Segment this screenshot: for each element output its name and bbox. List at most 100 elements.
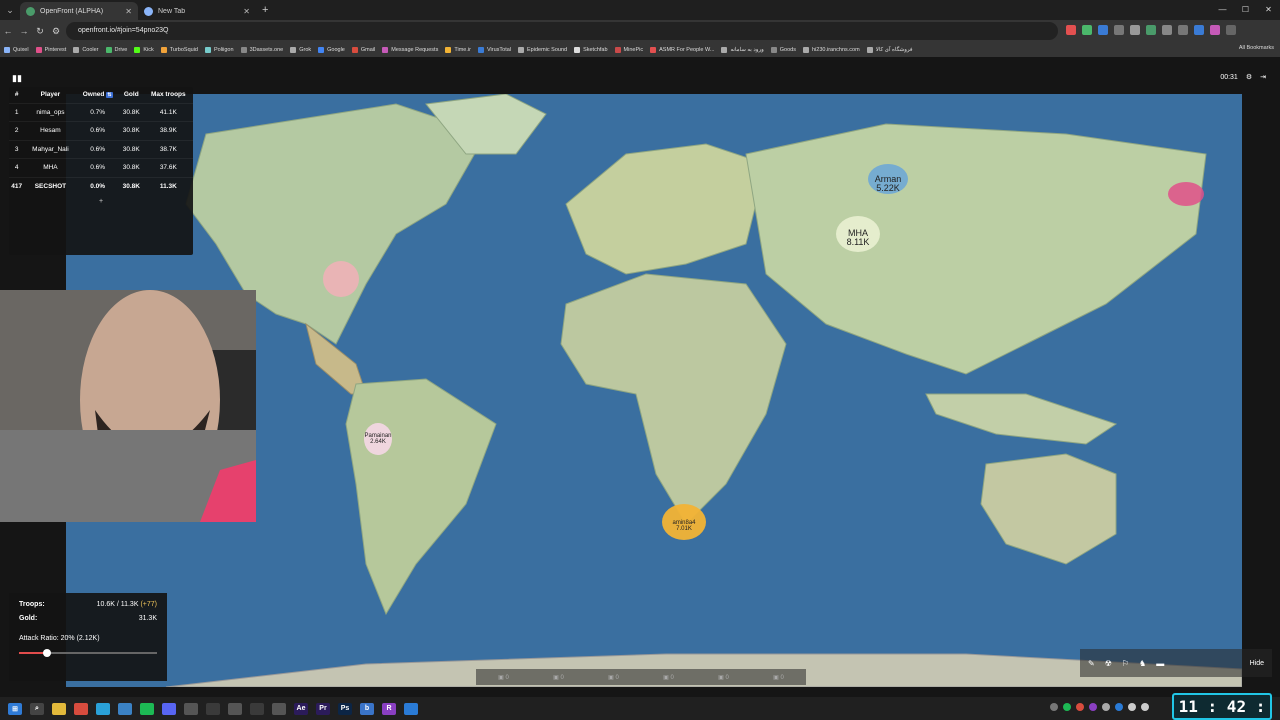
col-gold[interactable]: Gold: [119, 87, 144, 103]
obs-icon[interactable]: [184, 702, 198, 715]
col-owned[interactable]: Owned ⇅: [76, 87, 119, 103]
app-icon[interactable]: b: [360, 702, 374, 715]
extension-icon[interactable]: [1130, 25, 1140, 35]
bookmark-item[interactable]: Goods: [770, 46, 796, 53]
extension-icon[interactable]: [1098, 25, 1108, 35]
wifi-icon[interactable]: [1128, 703, 1136, 711]
pencil-icon[interactable]: ✎: [1088, 659, 1095, 668]
tray-icon[interactable]: [1050, 703, 1058, 711]
nuke-icon[interactable]: ☢: [1105, 659, 1112, 668]
chat-icon[interactable]: ▬: [1156, 659, 1164, 668]
premiere-icon[interactable]: Pr: [316, 702, 330, 715]
silo-build-button[interactable]: ▣ 0: [663, 674, 674, 681]
sort-icon[interactable]: ⇅: [106, 92, 113, 99]
bookmark-item[interactable]: Kick: [134, 46, 154, 53]
url-input[interactable]: openfront.io/#join=54pno23Q: [66, 22, 1058, 40]
bookmark-item[interactable]: Grok: [290, 46, 311, 53]
bookmark-item[interactable]: Message Requests: [382, 46, 438, 53]
extension-icon[interactable]: [1114, 25, 1124, 35]
tab-new-tab[interactable]: New Tab ✕: [138, 2, 256, 20]
new-tab-plus-icon[interactable]: +: [262, 4, 268, 16]
bookmark-item[interactable]: فروشگاه آی کالا: [866, 46, 913, 53]
port-build-button[interactable]: ▣ 0: [553, 674, 564, 681]
app-icon[interactable]: [250, 702, 264, 715]
window-close-icon[interactable]: ✕: [1257, 0, 1280, 20]
bookmark-item[interactable]: MinePic: [614, 46, 643, 53]
wall-build-button[interactable]: ▣ 0: [608, 674, 619, 681]
after-effects-icon[interactable]: Ae: [294, 702, 308, 715]
leaderboard-expand-button[interactable]: +: [9, 198, 193, 205]
bookmark-item[interactable]: Epidemic Sound: [518, 46, 567, 53]
hide-button[interactable]: Hide: [1250, 660, 1264, 667]
back-icon[interactable]: ←: [0, 26, 16, 36]
alliance-icon[interactable]: ♞: [1139, 659, 1146, 668]
bookmark-item[interactable]: ورود به سامانه: [721, 46, 764, 53]
all-bookmarks-button[interactable]: All Bookmarks: [1239, 45, 1274, 51]
forward-icon[interactable]: →: [16, 26, 32, 36]
maximize-icon[interactable]: ☐: [1234, 0, 1257, 20]
extension-icon[interactable]: [1178, 25, 1188, 35]
app-icon[interactable]: [228, 702, 242, 715]
bookmark-item[interactable]: hi230.iranchns.com: [803, 46, 860, 53]
volume-icon[interactable]: [1141, 703, 1149, 711]
bookmark-item[interactable]: Drive: [105, 46, 127, 53]
spotify-icon[interactable]: [140, 702, 154, 715]
tray-icon[interactable]: [1089, 703, 1097, 711]
bookmark-item[interactable]: Quixel: [4, 46, 29, 53]
warship-build-button[interactable]: ▣ 0: [773, 674, 784, 681]
vscode-icon[interactable]: [118, 702, 132, 715]
tray-icon[interactable]: [1115, 703, 1123, 711]
sam-build-button[interactable]: ▣ 0: [718, 674, 729, 681]
photoshop-icon[interactable]: Ps: [338, 702, 352, 715]
leaderboard-row[interactable]: 4 MHA 0.6% 30.8K 37.6K: [9, 158, 193, 177]
leaderboard-row[interactable]: 417 SECSHOT 0.0% 30.8K 11.3K: [9, 176, 193, 196]
tray-icon[interactable]: [1102, 703, 1110, 711]
bookmark-item[interactable]: ASMR For People W...: [650, 46, 714, 53]
app-icon[interactable]: [206, 702, 220, 715]
tab-openfront[interactable]: OpenFront (ALPHA) ✕: [20, 2, 138, 20]
bookmark-item[interactable]: VirusTotal: [477, 46, 511, 53]
extension-icon[interactable]: [1146, 25, 1156, 35]
leaderboard-row[interactable]: 2 Hesam 0.6% 30.8K 38.9K: [9, 121, 193, 140]
col-max-troops[interactable]: Max troops: [144, 87, 193, 103]
telegram-icon[interactable]: [96, 702, 110, 715]
app-icon[interactable]: [404, 702, 418, 715]
tray-icon[interactable]: [1063, 703, 1071, 711]
extension-icon[interactable]: [1194, 25, 1204, 35]
col-player[interactable]: Player: [24, 87, 76, 103]
minimize-icon[interactable]: —: [1211, 0, 1234, 20]
extension-icon[interactable]: [1082, 25, 1092, 35]
bookmark-item[interactable]: Poliigon: [204, 46, 234, 53]
attack-ratio-slider[interactable]: [19, 648, 157, 658]
leaderboard-row[interactable]: 3 Mahyar_Nali 0.6% 30.8K 38.7K: [9, 139, 193, 159]
extension-icon[interactable]: [1066, 25, 1076, 35]
bookmark-item[interactable]: Gmail: [351, 46, 375, 53]
settings-icon[interactable]: ⚙: [1246, 73, 1252, 81]
file-explorer-icon[interactable]: [52, 702, 66, 715]
tab-search-icon[interactable]: ⌄: [0, 0, 20, 20]
leaderboard-row[interactable]: 1 nima_ops 0.7% 30.8K 41.1K: [9, 102, 193, 122]
profile-avatar[interactable]: [1210, 25, 1220, 35]
tray-icon[interactable]: [1076, 703, 1084, 711]
bookmark-item[interactable]: Pinterest: [35, 46, 66, 53]
leaderboard-icon[interactable]: ▮▮: [12, 73, 22, 84]
app-icon[interactable]: [272, 702, 286, 715]
search-icon[interactable]: ⌕: [30, 702, 44, 715]
bookmark-item[interactable]: Cooler: [73, 46, 99, 53]
bookmark-item[interactable]: Google: [318, 46, 345, 53]
extension-icon[interactable]: [1162, 25, 1172, 35]
site-info-icon[interactable]: ⚙: [48, 26, 64, 37]
bookmark-item[interactable]: 3Dassets.one: [240, 46, 283, 53]
bookmark-item[interactable]: Sketchfab: [574, 46, 608, 53]
reload-icon[interactable]: ↻: [32, 26, 48, 37]
discord-icon[interactable]: [162, 702, 176, 715]
bookmark-item[interactable]: TurboSquid: [160, 46, 198, 53]
exit-icon[interactable]: ⇥: [1260, 73, 1266, 81]
close-icon[interactable]: ✕: [243, 7, 250, 16]
slider-handle[interactable]: [42, 649, 51, 657]
bookmark-item[interactable]: Time.ir: [445, 46, 471, 53]
menu-icon[interactable]: [1226, 25, 1236, 35]
city-build-button[interactable]: ▣ 0: [498, 674, 509, 681]
close-icon[interactable]: ✕: [125, 7, 132, 16]
windows-start-icon[interactable]: ⊞: [8, 702, 22, 715]
